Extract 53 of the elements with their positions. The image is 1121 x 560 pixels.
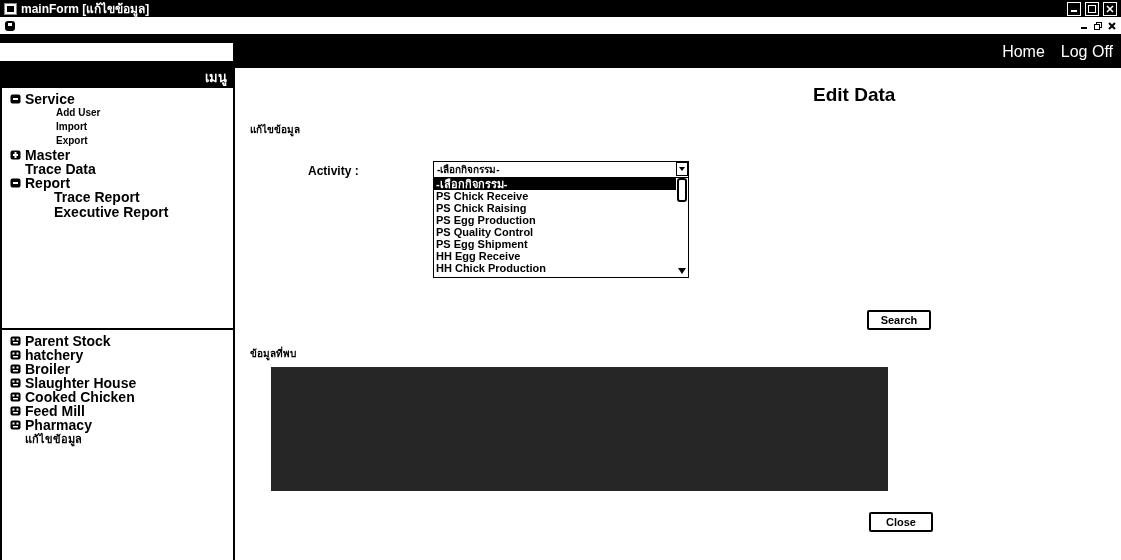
nav-link-text[interactable]: Log Off [1060, 39, 1113, 64]
menu-item[interactable]: Parent Stock [25, 334, 111, 348]
scroll-thumb[interactable] [676, 177, 688, 202]
menu-item[interactable]: Master [25, 148, 71, 162]
menu-item[interactable]: Add User [10, 106, 233, 120]
module-icon[interactable] [10, 364, 21, 374]
menu-item[interactable]: Slaughter House [25, 376, 137, 390]
menu-item[interactable]: แก้ไขข้อมูล [10, 432, 82, 446]
results-label: ข้อมูลที่พบ [250, 347, 296, 359]
module-icon[interactable] [10, 392, 21, 402]
close-icon[interactable] [1107, 19, 1117, 32]
restore-icon[interactable] [1093, 19, 1103, 32]
nav-link-text[interactable]: Home [1002, 39, 1045, 64]
window-title: mainForm [แก้ไขข้อมูล] [21, 0, 150, 18]
dropdown-option[interactable]: HH Chick Production [434, 261, 676, 274]
search-button[interactable]: Search [867, 309, 931, 330]
collapse-icon[interactable] [10, 94, 21, 104]
menu-item[interactable]: Trace Data [10, 162, 96, 176]
menu-item[interactable]: Cooked Chicken [25, 390, 135, 404]
menu-item[interactable]: Broiler [25, 362, 71, 376]
expand-icon[interactable] [10, 150, 21, 160]
dropdown-option[interactable]: PS Chick Receive [434, 189, 676, 202]
menu-item[interactable]: Feed Mill [25, 404, 85, 418]
menu-item[interactable]: hatchery [25, 348, 84, 362]
menu-item[interactable]: Report [25, 176, 71, 190]
activity-dropdown[interactable]: -เลือกกิจกรรม- [433, 160, 689, 178]
menu-item[interactable]: Export [10, 134, 233, 148]
dropdown-option[interactable]: PS Quality Control [434, 225, 676, 238]
module-icon[interactable] [10, 420, 21, 430]
maximize-icon[interactable] [1085, 1, 1099, 16]
module-icon[interactable] [10, 336, 21, 346]
activity-label: Activity : [308, 162, 360, 180]
menu-item[interactable]: Executive Report [10, 205, 233, 220]
input-field[interactable] [0, 42, 233, 61]
menu-item[interactable]: Service [25, 92, 75, 106]
page-heading: Edit Data [813, 84, 896, 105]
menu-item[interactable]: Import [10, 120, 233, 134]
dropdown-option[interactable]: PS Egg Shipment [434, 237, 676, 250]
dropdown-option[interactable]: PS Chick Raising [434, 201, 676, 214]
close-button[interactable]: Close [869, 511, 933, 532]
minimize-icon[interactable] [1067, 1, 1081, 16]
section-label: แก้ไขข้อมูล [250, 123, 300, 135]
close-icon[interactable] [1103, 1, 1117, 16]
menu-item[interactable]: Pharmacy [25, 418, 92, 432]
caret-icon [676, 162, 688, 176]
module-icon[interactable] [10, 406, 21, 416]
sidebar-header: เมนู [0, 68, 233, 88]
collapse-icon[interactable] [10, 178, 21, 188]
dropdown-option[interactable]: PS Egg Production [434, 213, 676, 226]
menu-item[interactable]: Trace Report [10, 190, 233, 205]
dropdown-option[interactable]: HH Egg Receive [434, 249, 676, 262]
module-icon[interactable] [10, 350, 21, 360]
module-icon[interactable] [10, 378, 21, 388]
